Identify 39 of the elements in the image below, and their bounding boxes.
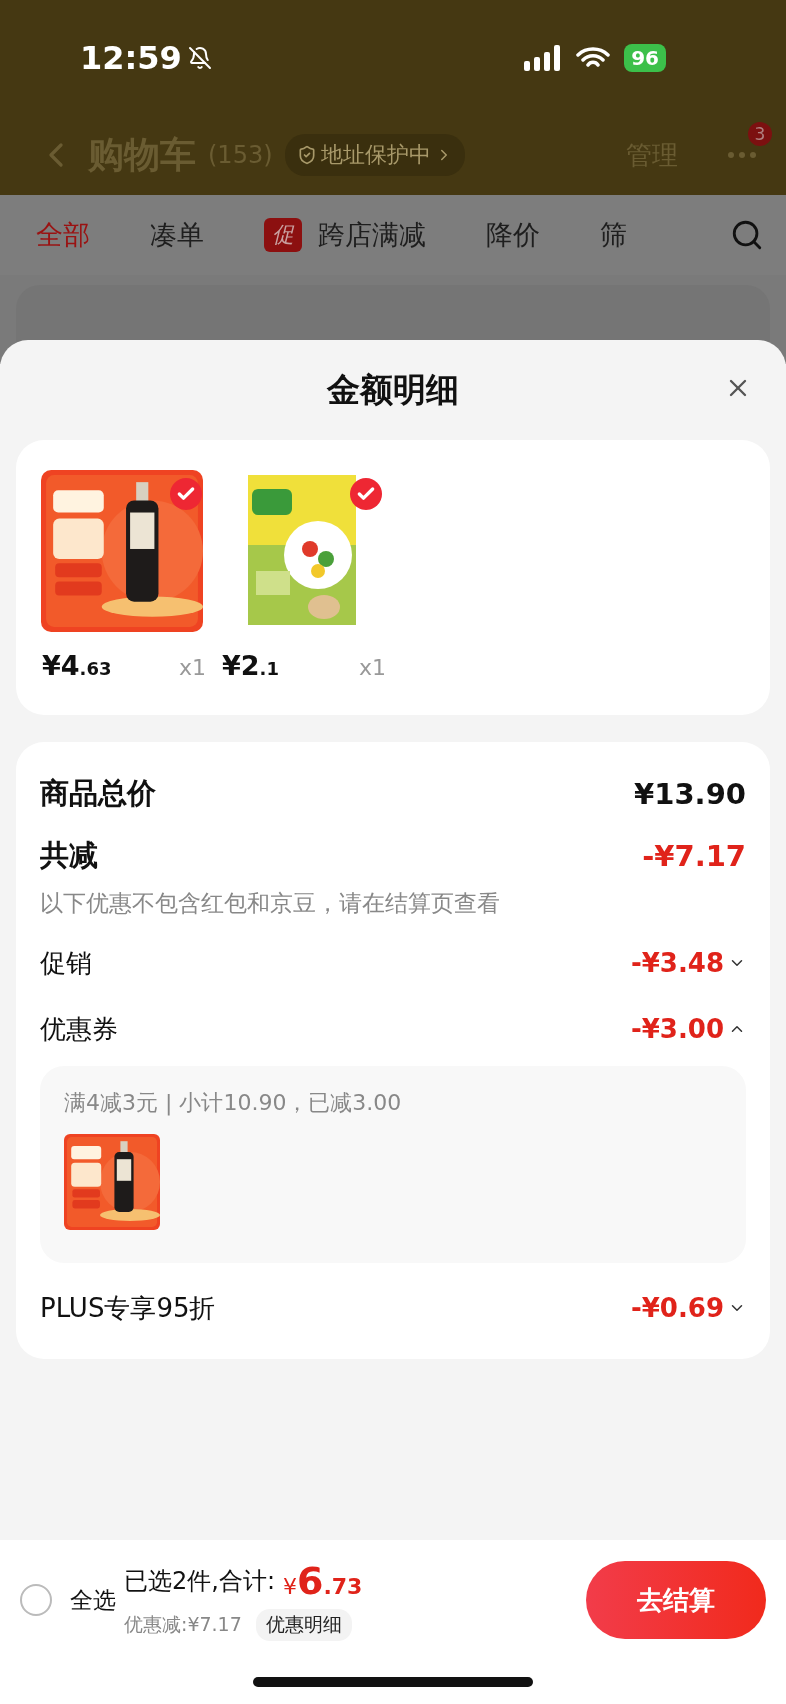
reduction-note: 以下优惠不包含红包和京豆，请在结算页查看: [40, 888, 500, 918]
select-all-checkbox[interactable]: [20, 1584, 52, 1616]
signal-icon: [524, 44, 563, 71]
product-quantity: x1: [178, 655, 206, 680]
product-price: ¥4.63: [42, 650, 112, 681]
notification-badge: 3: [748, 122, 772, 146]
filter-tab[interactable]: 筛: [600, 217, 627, 253]
discount-amount[interactable]: -¥3.00: [630, 1014, 746, 1044]
selected-summary: 已选2件,合计:: [124, 1566, 275, 1597]
coupon-detail-text: 满4减3元 | 小计10.90，已减3.00: [64, 1089, 403, 1118]
promo-tag: 促: [264, 218, 302, 252]
discount-label: 优惠券: [40, 1012, 118, 1046]
search-icon[interactable]: [730, 218, 764, 252]
address-protection-badge[interactable]: 地址保护中: [284, 134, 465, 176]
wifi-icon: [576, 45, 611, 70]
filter-tab[interactable]: 降价: [486, 217, 540, 253]
product-quantity: x1: [358, 655, 386, 680]
discount-summary: 优惠减:¥7.17: [124, 1612, 242, 1637]
total-amount: ¥13.90: [634, 777, 746, 811]
reduction-label: 共减: [40, 837, 98, 874]
check-icon[interactable]: [350, 478, 382, 510]
reduction-amount: -¥7.17: [642, 839, 746, 873]
discount-label: PLUS专享95折: [40, 1291, 216, 1325]
total-price: ¥6.73: [283, 1559, 363, 1603]
discount-detail-button[interactable]: 优惠明细: [255, 1609, 352, 1641]
discount-amount[interactable]: -¥0.69: [630, 1293, 746, 1323]
filter-tab[interactable]: 全部: [36, 217, 90, 253]
status-time: 12:59: [80, 38, 182, 77]
bell-off-icon: [187, 45, 212, 70]
battery-level: 96: [624, 43, 666, 72]
discount-amount[interactable]: -¥3.48: [630, 948, 746, 978]
total-label: 商品总价: [40, 775, 156, 812]
product-price: ¥2.1: [222, 650, 279, 681]
sheet-title: 金额明细: [327, 368, 459, 411]
filter-tab[interactable]: 凑单: [150, 217, 204, 253]
discount-label: 促销: [40, 946, 92, 980]
checkout-button[interactable]: 去结算: [586, 1561, 766, 1639]
filter-tab[interactable]: 促 跨店满减: [264, 217, 426, 253]
select-all-label: 全选: [70, 1585, 116, 1615]
